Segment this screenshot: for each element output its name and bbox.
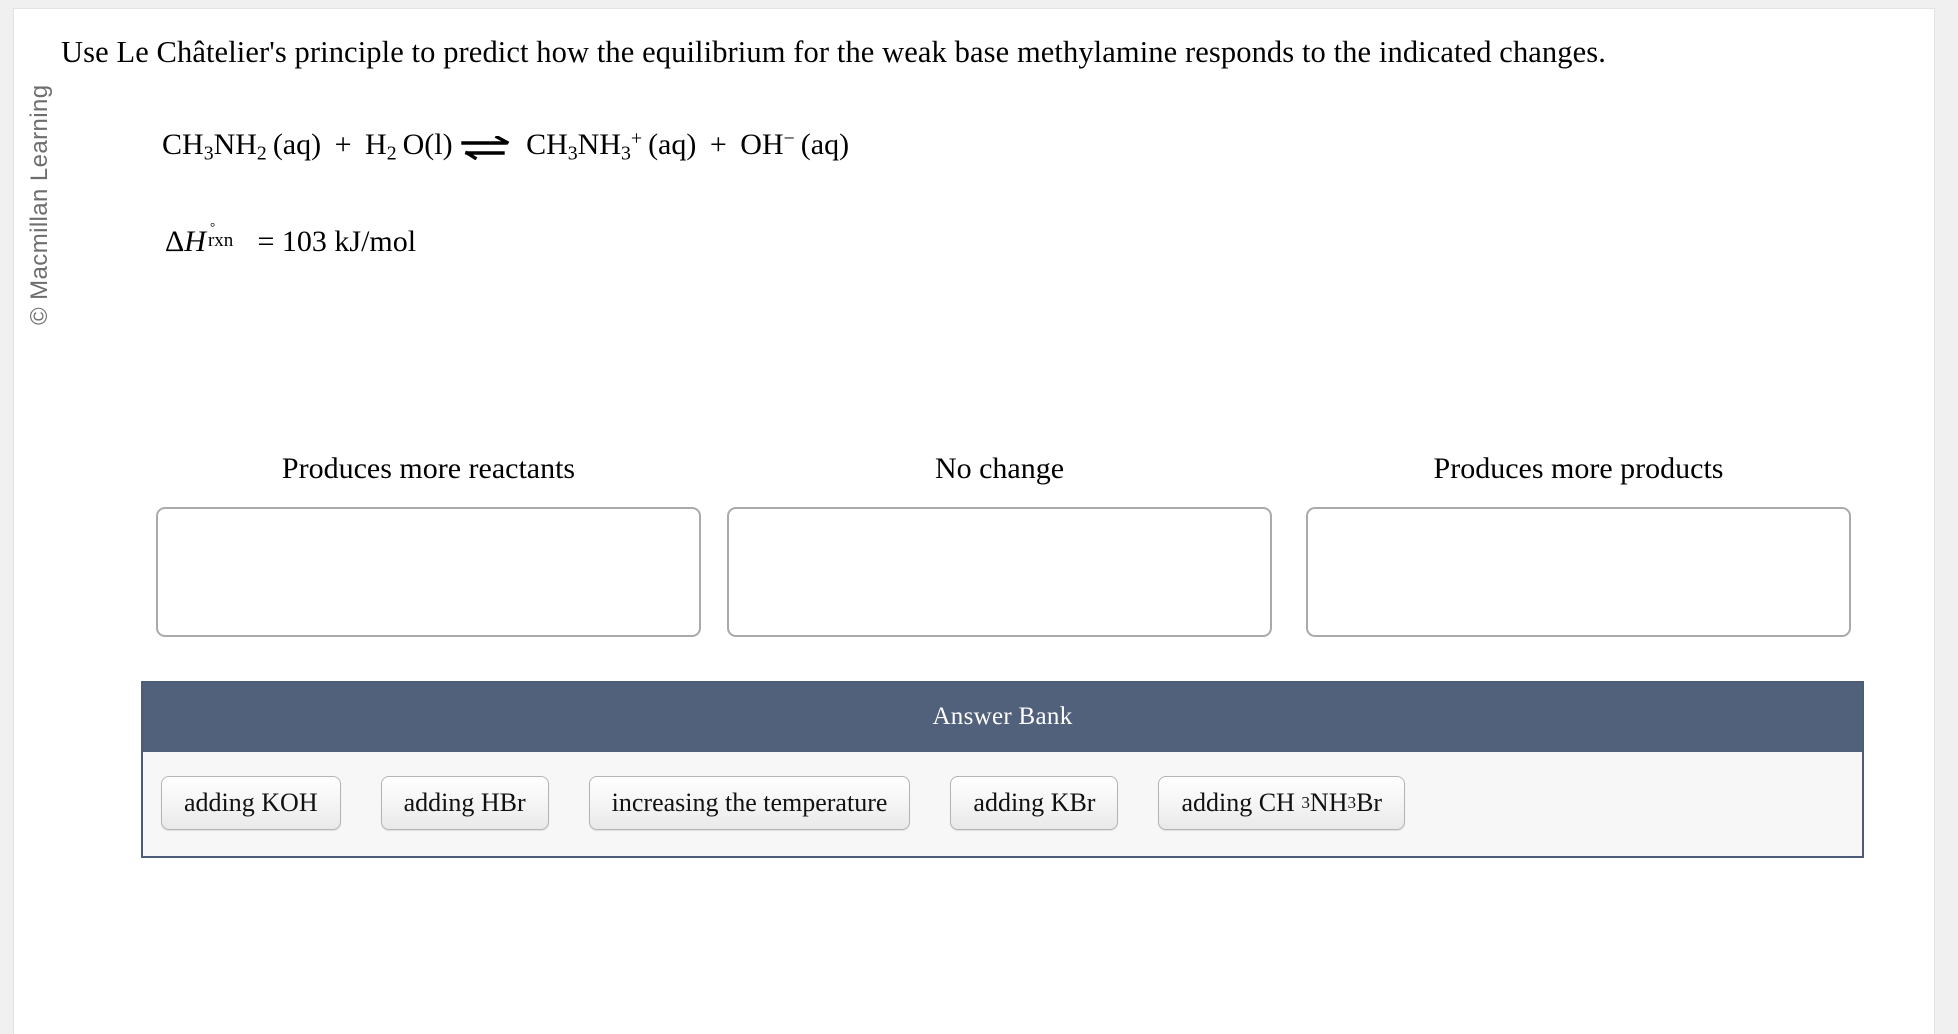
equals-sign: =: [257, 225, 275, 258]
chemical-equation: CH3NH2 (aq) + H2 O(l) CH3NH3+ (aq) + OH− (aq…: [162, 127, 849, 163]
formula-text: CH: [526, 128, 568, 161]
formula-text: NH: [577, 128, 622, 161]
answer-chip-adding-hbr[interactable]: adding HBr: [380, 776, 549, 830]
equilibrium-arrow-icon: [460, 132, 513, 162]
drop-zone-target[interactable]: [727, 507, 1272, 637]
drop-zone-label: Produces more products: [1433, 452, 1724, 485]
enthalpy-value: 103 kJ/mol: [281, 225, 417, 258]
drop-zone-produces-more-reactants: Produces more reactants: [156, 452, 701, 637]
state-label: (aq): [272, 128, 322, 161]
charge-superscript: −: [783, 127, 795, 150]
drop-zone-target[interactable]: [156, 507, 701, 637]
subscript: 2: [256, 142, 267, 165]
formula-text: NH: [213, 128, 257, 161]
subscript: 3: [203, 142, 214, 165]
drop-zone-produces-more-products: Produces more products: [1306, 452, 1851, 637]
enthalpy-of-reaction: ΔH ° rxn = 103 kJ/mol: [165, 219, 417, 259]
state-label: (aq): [800, 128, 850, 161]
plus-sign: +: [709, 128, 727, 161]
macmillan-learning-watermark: © Macmillan Learning: [26, 84, 53, 325]
reactant-methylamine: CH3NH2 (aq): [162, 128, 322, 163]
answer-chip-adding-kbr[interactable]: adding KBr: [950, 776, 1119, 830]
subscript: 2: [386, 142, 397, 165]
chip-text: Br: [1356, 788, 1383, 817]
question-prompt: Use Le Châtelier's principle to predict …: [61, 35, 1606, 69]
product-methylammonium: CH3NH3+ (aq): [526, 127, 697, 163]
left-gutter: [0, 0, 13, 1034]
answer-chip-adding-ch3nh3br[interactable]: adding CH 3 NH 3 Br: [1158, 776, 1406, 830]
drop-zone-label: Produces more reactants: [281, 452, 576, 485]
chip-text: adding CH: [1181, 788, 1295, 817]
drop-zone-no-change: No change: [727, 452, 1272, 637]
enthalpy-symbol: H: [184, 225, 206, 258]
drop-zone-row: Produces more reactants No change Produc…: [14, 452, 1958, 642]
state-label: (aq): [648, 128, 697, 161]
product-hydroxide: OH− (aq): [740, 128, 849, 161]
formula-text: OH: [740, 128, 784, 161]
answer-bank-title: Answer Bank: [143, 683, 1862, 752]
state-label: (l): [424, 128, 453, 161]
formula-text: CH: [162, 128, 204, 161]
answer-bank-items: adding KOH adding HBr increasing the tem…: [143, 752, 1862, 856]
answer-chip-increasing-the-temperature[interactable]: increasing the temperature: [588, 776, 911, 830]
plus-sign: +: [334, 128, 352, 161]
drop-zone-label: No change: [934, 452, 1065, 485]
delta-symbol: Δ: [165, 225, 185, 258]
subscript: 3: [567, 142, 578, 165]
answer-bank-panel: Answer Bank adding KOH adding HBr increa…: [141, 681, 1864, 858]
standard-state-rxn-annotation: ° rxn: [206, 219, 250, 252]
reactant-water: H2 O(l): [365, 128, 453, 163]
formula-text: H: [365, 128, 387, 161]
rxn-subscript: rxn: [207, 230, 234, 252]
content-sheet: © Macmillan Learning Use Le Châtelier's …: [13, 8, 1935, 1034]
chip-text: NH: [1309, 788, 1348, 817]
formula-text: O: [402, 128, 425, 161]
answer-chip-adding-koh[interactable]: adding KOH: [161, 776, 341, 830]
drop-zone-target[interactable]: [1306, 507, 1851, 637]
page-root: © Macmillan Learning Use Le Châtelier's …: [0, 0, 1958, 1034]
subscript: 3: [621, 142, 631, 165]
charge-superscript: +: [630, 127, 643, 150]
